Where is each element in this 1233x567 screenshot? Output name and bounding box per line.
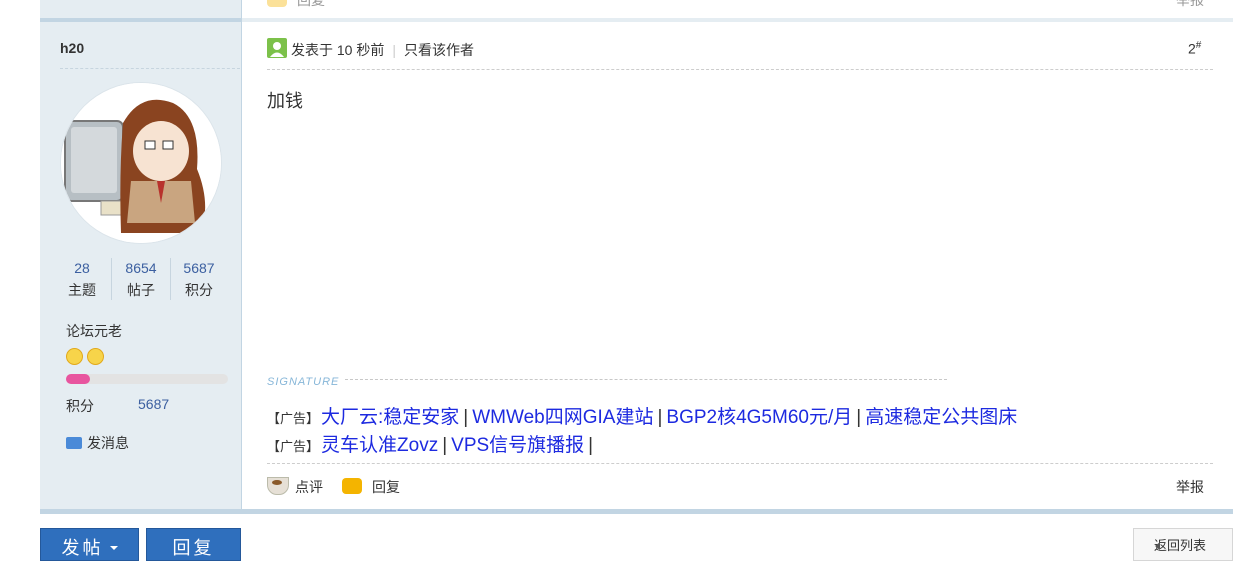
ad-trailing: |: [588, 435, 594, 456]
chevron-down-icon: [109, 546, 118, 550]
user-icon: [267, 38, 287, 58]
credit-progress-fill: [66, 374, 91, 384]
ad-link[interactable]: 灵车认准Zovz: [321, 435, 438, 456]
reply-button-label: 回复: [172, 538, 215, 558]
mail-icon: [66, 437, 82, 449]
stat-posts[interactable]: 8654 帖子: [112, 258, 170, 301]
credit-progress-bar: [66, 374, 228, 384]
reply-bubble-icon: [342, 478, 362, 494]
post-meta: 发表于 10 秒前 | 只看该作者: [291, 40, 474, 60]
post-footer-divider: [267, 463, 1213, 464]
rank-star-icon: [87, 348, 104, 365]
user-rank[interactable]: 论坛元老: [66, 321, 122, 341]
ad-link[interactable]: BGP2核4G5M60元/月: [666, 407, 852, 428]
ad-line: 【广告】 灵车认准Zovz | VPS信号旗播报 |: [267, 435, 594, 456]
send-message-link[interactable]: 发消息: [66, 433, 129, 453]
reply-label: 回复: [372, 479, 400, 495]
new-post-label: 发帖: [61, 538, 104, 558]
stat-posts-label: 帖子: [127, 282, 155, 298]
stat-credits-value: 5687: [183, 260, 215, 276]
signature-divider: [345, 379, 947, 380]
top-divider-left: [40, 18, 242, 22]
send-message-label: 发消息: [87, 435, 129, 451]
signature-label: SIGNATURE: [267, 372, 344, 388]
floor-value: 2: [1188, 40, 1196, 57]
post-time: 发表于 10 秒前: [291, 42, 385, 58]
post-bottom-divider: [40, 509, 1233, 514]
post-content: 加钱: [267, 91, 303, 111]
floor-number[interactable]: 2#: [1188, 40, 1201, 57]
author-name[interactable]: h20: [60, 40, 84, 56]
author-name-divider: [60, 68, 240, 69]
report-link[interactable]: 举报: [1176, 477, 1204, 497]
avatar[interactable]: [61, 83, 221, 243]
ad-link[interactable]: WMWeb四网GIA建站: [472, 407, 653, 428]
credit-value: 5687: [138, 396, 170, 412]
stat-posts-value: 8654: [125, 260, 157, 276]
prev-post-report[interactable]: 举报: [1176, 0, 1204, 10]
rank-star-icon: [66, 348, 83, 365]
only-author-link[interactable]: 只看该作者: [404, 42, 474, 58]
coffee-cup-icon: [267, 477, 289, 495]
reply-bubble-icon: [267, 0, 287, 7]
signature-label-text: SIGNATURE: [267, 376, 344, 388]
floor-mark: #: [1195, 40, 1202, 51]
reply-button[interactable]: 回复: [146, 528, 241, 561]
prev-post-reply[interactable]: 回复: [267, 0, 325, 10]
ad-link[interactable]: 大厂云:稳定安家: [321, 407, 459, 428]
comment-button[interactable]: 点评: [267, 477, 323, 497]
stat-topics-label: 主题: [68, 282, 96, 298]
reply-post-button[interactable]: 回复: [342, 477, 400, 497]
avatar-image: [61, 83, 221, 243]
ad-tag: 【广告】: [267, 411, 320, 426]
post-header-divider: [267, 69, 1213, 70]
comment-label: 点评: [295, 479, 323, 495]
stat-credits-label: 积分: [185, 282, 213, 298]
back-arrow-icon: [1155, 542, 1160, 550]
top-divider-right: [242, 18, 1233, 22]
back-to-list-label: 返回列表: [1154, 538, 1207, 553]
ad-line: 【广告】 大厂云:稳定安家 | WMWeb四网GIA建站 | BGP2核4G5M60元/月…: [267, 407, 1018, 428]
stat-credits[interactable]: 5687 积分: [170, 258, 228, 301]
ad-link[interactable]: 高速稳定公共图床: [865, 407, 1017, 428]
ad-link[interactable]: VPS信号旗播报: [451, 435, 584, 456]
meta-separator: |: [392, 42, 396, 58]
credit-label: 积分: [66, 398, 94, 414]
stat-topics-value: 28: [74, 260, 90, 276]
prev-reply-label: 回复: [297, 0, 325, 8]
new-post-button[interactable]: 发帖: [40, 528, 139, 561]
stat-topics[interactable]: 28 主题: [53, 258, 111, 301]
ad-tag: 【广告】: [267, 439, 320, 454]
back-to-list-button[interactable]: 返回列表: [1133, 528, 1233, 561]
